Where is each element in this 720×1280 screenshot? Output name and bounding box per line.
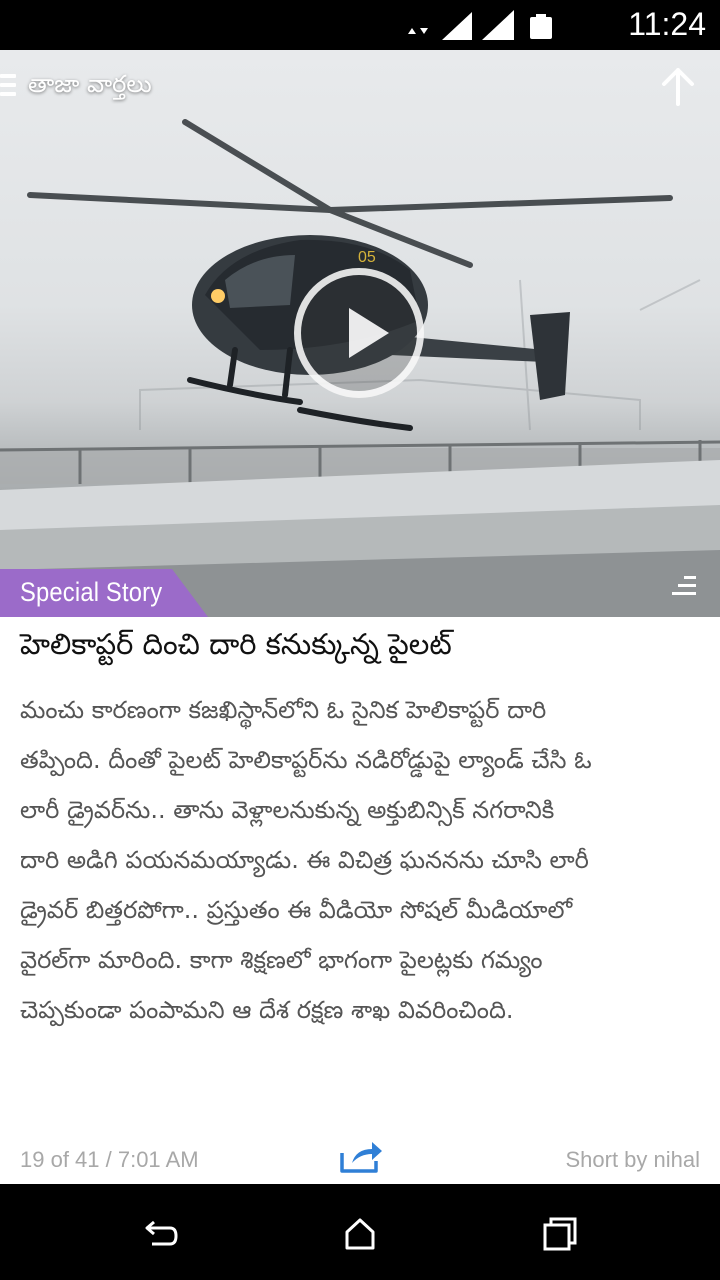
status-icons	[408, 10, 552, 40]
battery-icon	[530, 14, 552, 39]
data-arrows-icon	[408, 28, 428, 34]
svg-text:05: 05	[358, 249, 376, 266]
author-credit: Short by nihal	[565, 1147, 700, 1172]
special-story-label: Special Story	[20, 577, 163, 607]
cell-signal-icon	[482, 10, 514, 40]
section-title: తాజా వార్తలు	[28, 70, 152, 98]
body-line: తప్పింది. దీంతో పైలట్ హెలికాప్టర్‌ను నడి…	[20, 746, 592, 774]
home-icon[interactable]	[340, 1214, 380, 1254]
status-time: 11:24	[628, 6, 706, 42]
status-bar: 11:24	[0, 0, 720, 50]
menu-icon[interactable]	[0, 74, 18, 104]
article-card: హెలికాప్టర్ దించి దారి కనుక్కున్న పైలట్ …	[0, 617, 720, 1184]
body-line: చెప్పకుండా పంపామని ఆ దేశ రక్షణ శాఖ వివరి…	[20, 996, 514, 1024]
share-icon[interactable]	[338, 1137, 384, 1175]
article-headline[interactable]: హెలికాప్టర్ దించి దారి కనుక్కున్న పైలట్	[20, 627, 710, 669]
body-line: డ్రైవర్ బిత్తరపోగా.. ప్రస్తుతం ఈ వీడియో …	[20, 896, 573, 924]
play-button[interactable]	[294, 268, 424, 398]
list-icon[interactable]	[672, 574, 698, 600]
wifi-signal-icon	[442, 12, 472, 40]
special-story-badge: Special Story	[0, 569, 210, 617]
article-footer: 19 of 41 / 7:01 AM Short by nihal	[0, 1142, 720, 1177]
hero-video[interactable]: 05 తాజా వార్తలు Special Story	[0, 50, 720, 617]
system-nav-bar	[0, 1184, 720, 1280]
play-icon	[349, 308, 389, 358]
recents-icon[interactable]	[540, 1214, 580, 1254]
back-icon[interactable]	[140, 1214, 180, 1254]
article-counter: 19 of 41 / 7:01 AM	[20, 1147, 199, 1172]
body-line: వైరల్‌గా మారింది. కాగా శిక్షణలో భాగంగా ప…	[20, 946, 543, 974]
article-body: మంచు కారణంగా కజఖిస్థాన్‌లోని ఓ సైనిక హెల…	[20, 685, 702, 1035]
body-line: మంచు కారణంగా కజఖిస్థాన్‌లోని ఓ సైనిక హెల…	[20, 696, 547, 724]
body-line: లారీ డ్రైవర్‌ను.. తాను వెళ్లాలనుకున్న అక…	[20, 796, 555, 824]
up-arrow-icon[interactable]	[658, 66, 698, 106]
body-line: దారి అడిగి పయనమయ్యాడు. ఈ విచిత్ర ఘననను చ…	[20, 846, 589, 874]
